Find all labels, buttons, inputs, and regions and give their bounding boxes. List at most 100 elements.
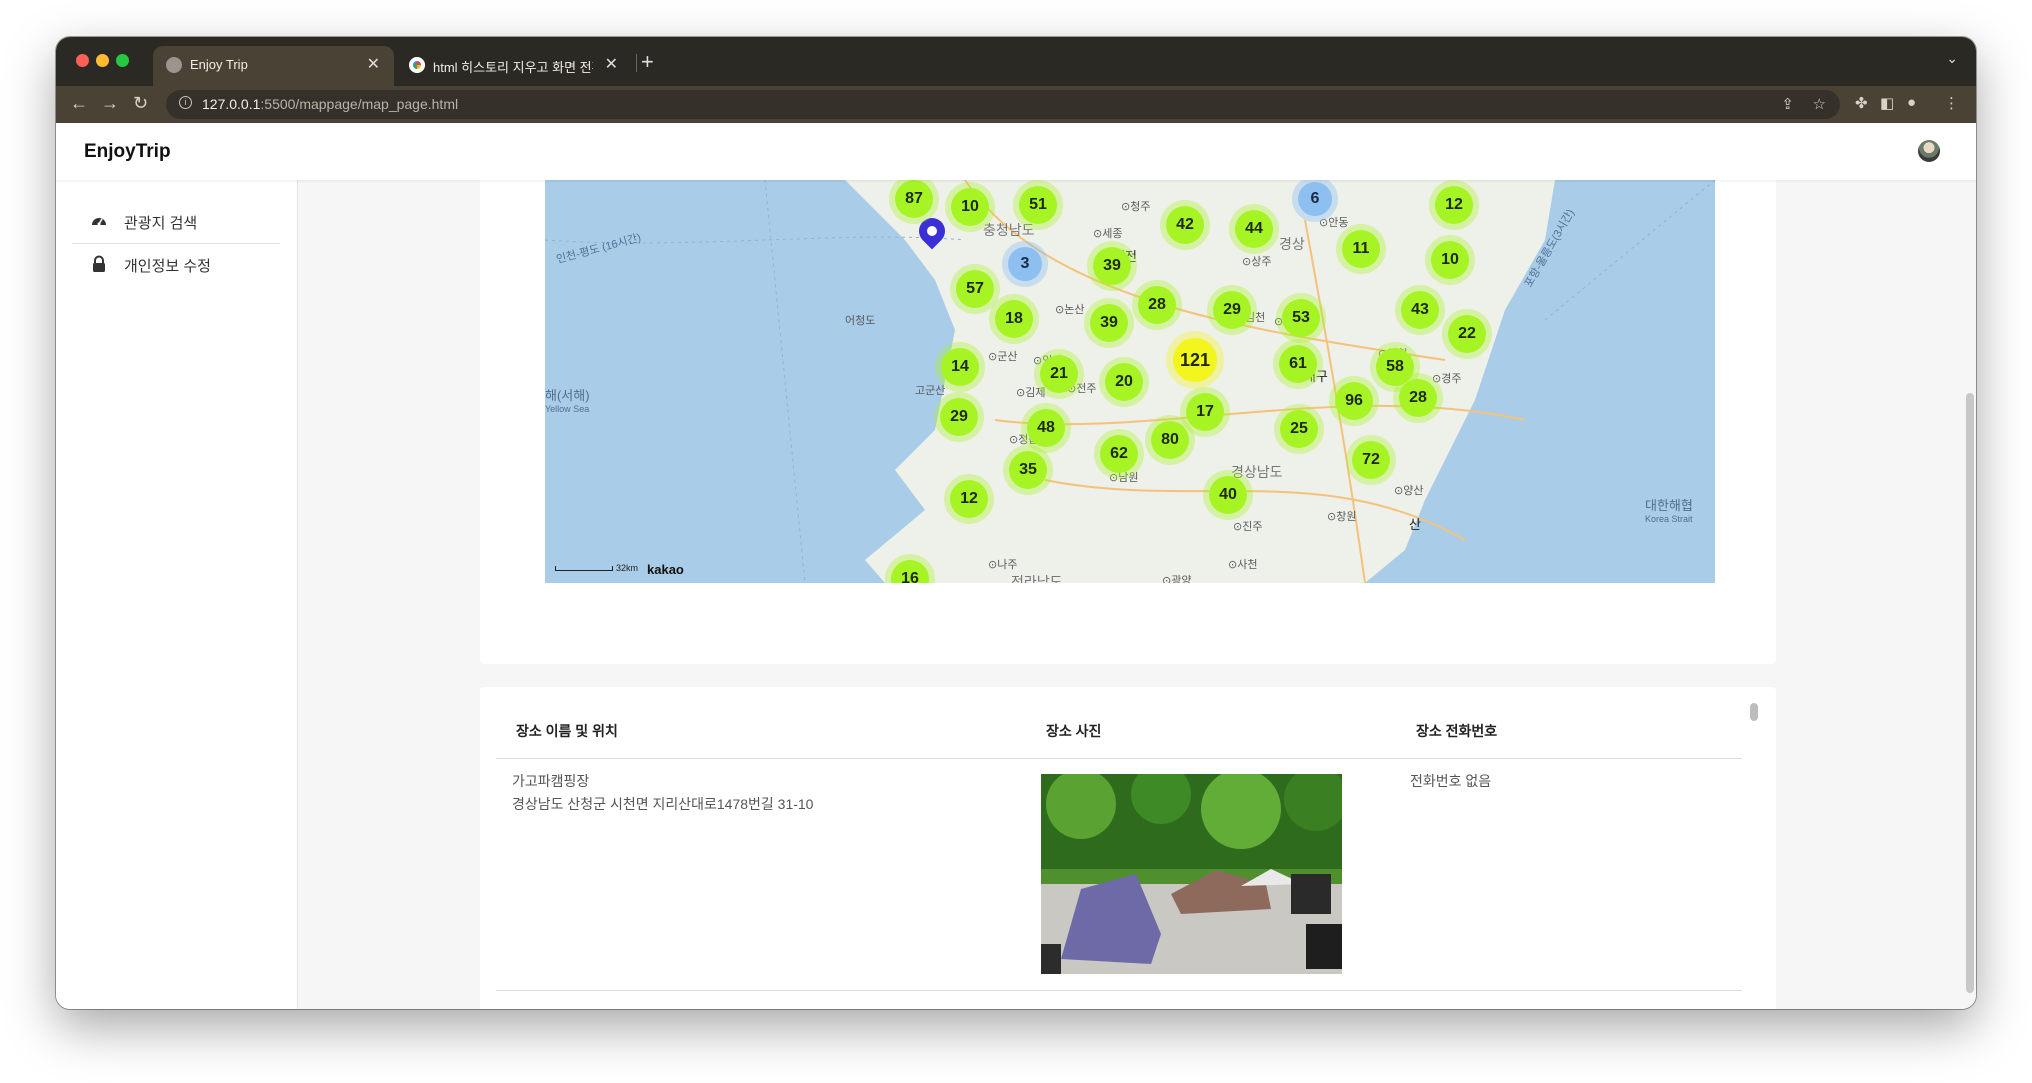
map-cluster[interactable]: 96: [1335, 382, 1373, 420]
info-icon[interactable]: i: [179, 96, 192, 109]
extensions-icon[interactable]: ✤: [1855, 94, 1868, 112]
tab-title: html 히스토리 지우고 화면 전환 - G: [433, 60, 593, 75]
map-cluster[interactable]: 39: [1093, 247, 1131, 285]
kakao-logo: kakao: [647, 562, 684, 577]
sea-label-yellow: 해(서해) Yellow Sea: [545, 385, 590, 414]
top-navbar: EnjoyTrip: [56, 123, 1976, 180]
user-avatar[interactable]: [1918, 140, 1940, 162]
sidebar: 관광지 검색 개인정보 수정: [56, 180, 298, 1009]
back-arrow-icon[interactable]: ←: [70, 93, 88, 114]
map-cluster[interactable]: 35: [1009, 451, 1047, 489]
share-icon[interactable]: ⇪: [1781, 95, 1794, 113]
minimize-window-button[interactable]: [96, 54, 109, 67]
brand-logo[interactable]: EnjoyTrip: [84, 141, 171, 163]
profile-icon[interactable]: ●: [1907, 94, 1916, 111]
map-cluster[interactable]: 28: [1138, 286, 1176, 324]
map-cluster[interactable]: 42: [1166, 206, 1204, 244]
map-cluster[interactable]: 18: [995, 300, 1033, 338]
map-view[interactable]: 충청남도 ⊙세종 대전 ⊙청주 문경 ⊙안동 ⊙상주 경상 ⊙논산 김천 ⊙구미…: [545, 180, 1715, 583]
map-label: ⊙청주: [1121, 201, 1151, 213]
close-tab-icon[interactable]: ✕: [605, 54, 618, 74]
map-label: ⊙김제: [1016, 387, 1046, 399]
map-cluster[interactable]: 43: [1401, 291, 1439, 329]
browser-toolbar: ← → ↻ i 127.0.0.1:5500/mappage/map_page.…: [56, 86, 1976, 123]
page-scrollbar-thumb[interactable]: [1966, 393, 1974, 993]
map-cluster[interactable]: 10: [951, 188, 989, 226]
dashboard-icon: [92, 218, 106, 226]
url-text[interactable]: 127.0.0.1:5500/mappage/map_page.html: [202, 96, 458, 112]
map-cluster[interactable]: 11: [1342, 230, 1380, 268]
bookmark-star-icon[interactable]: ☆: [1813, 95, 1826, 113]
tab-google-search[interactable]: html 히스토리 지우고 화면 전환 - G ✕: [396, 46, 632, 86]
map-cluster[interactable]: 10: [1431, 241, 1469, 279]
close-window-button[interactable]: [76, 54, 89, 67]
address-bar[interactable]: i 127.0.0.1:5500/mappage/map_page.html ⇪…: [166, 90, 1840, 119]
table-scrollbar[interactable]: [1750, 703, 1758, 1009]
map-cluster[interactable]: 29: [940, 398, 978, 436]
sidebar-item-edit-profile[interactable]: 개인정보 수정: [72, 243, 280, 285]
map-label: 충청남도: [983, 222, 1035, 238]
new-tab-icon[interactable]: +: [641, 49, 654, 75]
map-label: 고군산: [915, 385, 946, 397]
tab-search-chevron-icon[interactable]: ⌄: [1946, 50, 1958, 67]
scrollbar-thumb[interactable]: [1750, 703, 1758, 721]
map-cluster[interactable]: 17: [1186, 393, 1224, 431]
sidebar-item-label: 개인정보 수정: [124, 258, 211, 275]
url-path: :5500/mappage/map_page.html: [260, 96, 459, 112]
map-cluster[interactable]: 61: [1279, 345, 1317, 383]
map-label: ⊙경주: [1432, 373, 1462, 385]
map-cluster[interactable]: 28: [1399, 379, 1437, 417]
tab-enjoy-trip[interactable]: Enjoy Trip ✕: [153, 46, 394, 86]
map-cluster[interactable]: 80: [1151, 421, 1189, 459]
tab-strip: Enjoy Trip ✕ html 히스토리 지우고 화면 전환 - G ✕ +…: [56, 37, 1976, 86]
map-cluster[interactable]: 3: [1008, 247, 1042, 281]
map-cluster[interactable]: 44: [1235, 210, 1273, 248]
map-label: ⊙양산: [1394, 485, 1424, 497]
table-header: 장소 이름 및 위치 장소 사진 장소 전화번호: [496, 687, 1742, 759]
reload-icon[interactable]: ↻: [133, 93, 148, 114]
map-cluster[interactable]: 39: [1090, 304, 1128, 342]
sea-name: 대한해협: [1645, 498, 1693, 513]
google-icon: [409, 57, 425, 73]
map-cluster[interactable]: 12: [950, 480, 988, 518]
map-cluster[interactable]: 121: [1173, 338, 1217, 382]
place-phone: 전화번호 없음: [1410, 773, 1492, 789]
side-panel-icon[interactable]: ◧: [1880, 94, 1894, 112]
map-cluster[interactable]: 25: [1280, 410, 1318, 448]
map-cluster[interactable]: 87: [895, 180, 933, 218]
map-cluster[interactable]: 22: [1448, 315, 1486, 353]
map-label: ⊙세종: [1093, 228, 1123, 240]
sea-name-en: Korea Strait: [1645, 514, 1693, 524]
browser-window: Enjoy Trip ✕ html 히스토리 지우고 화면 전환 - G ✕ +…: [56, 37, 1976, 1009]
map-cluster[interactable]: 20: [1105, 363, 1143, 401]
scale-label: 32km: [616, 563, 639, 573]
map-label: 전라남도: [1011, 574, 1063, 583]
map-cluster[interactable]: 53: [1282, 299, 1320, 337]
scale-bar-line: [555, 566, 613, 572]
place-address: 경상남도 산청군 시천면 지리산대로1478번길 31-10: [512, 796, 814, 812]
sidebar-item-attraction-search[interactable]: 관광지 검색: [72, 200, 280, 242]
tab-title: Enjoy Trip: [190, 57, 248, 72]
campsite-photo-image: [1041, 774, 1342, 974]
map-cluster[interactable]: 51: [1019, 186, 1057, 224]
table-row[interactable]: 가고파캠핑장 경상남도 산청군 시천면 지리산대로1478번길 31-10 전화…: [496, 758, 1742, 991]
map-cluster[interactable]: 29: [1213, 291, 1251, 329]
map-label: 어청도: [845, 315, 876, 327]
close-tab-icon[interactable]: ✕: [367, 54, 380, 74]
map-cluster[interactable]: 57: [956, 270, 994, 308]
map-cluster[interactable]: 6: [1298, 182, 1332, 216]
map-label: ⊙안동: [1319, 217, 1349, 229]
map-cluster[interactable]: 72: [1352, 441, 1390, 479]
zoom-window-button[interactable]: [116, 54, 129, 67]
map-label: ⊙진주: [1233, 521, 1263, 533]
map-cluster[interactable]: 21: [1040, 355, 1078, 393]
map-cluster[interactable]: 48: [1027, 409, 1065, 447]
map-cluster[interactable]: 40: [1209, 476, 1247, 514]
map-cluster[interactable]: 14: [941, 348, 979, 386]
more-menu-icon[interactable]: ⋮: [1944, 94, 1959, 112]
forward-arrow-icon[interactable]: →: [101, 93, 119, 114]
map-cluster[interactable]: 62: [1100, 435, 1138, 473]
place-name: 가고파캠핑장: [512, 773, 590, 789]
map-cluster[interactable]: 12: [1435, 186, 1473, 224]
page-content: EnjoyTrip 관광지 검색 개인정보 수정 충청남도 ⊙세종 ⊙청주 ⊙안…: [56, 123, 1976, 1009]
